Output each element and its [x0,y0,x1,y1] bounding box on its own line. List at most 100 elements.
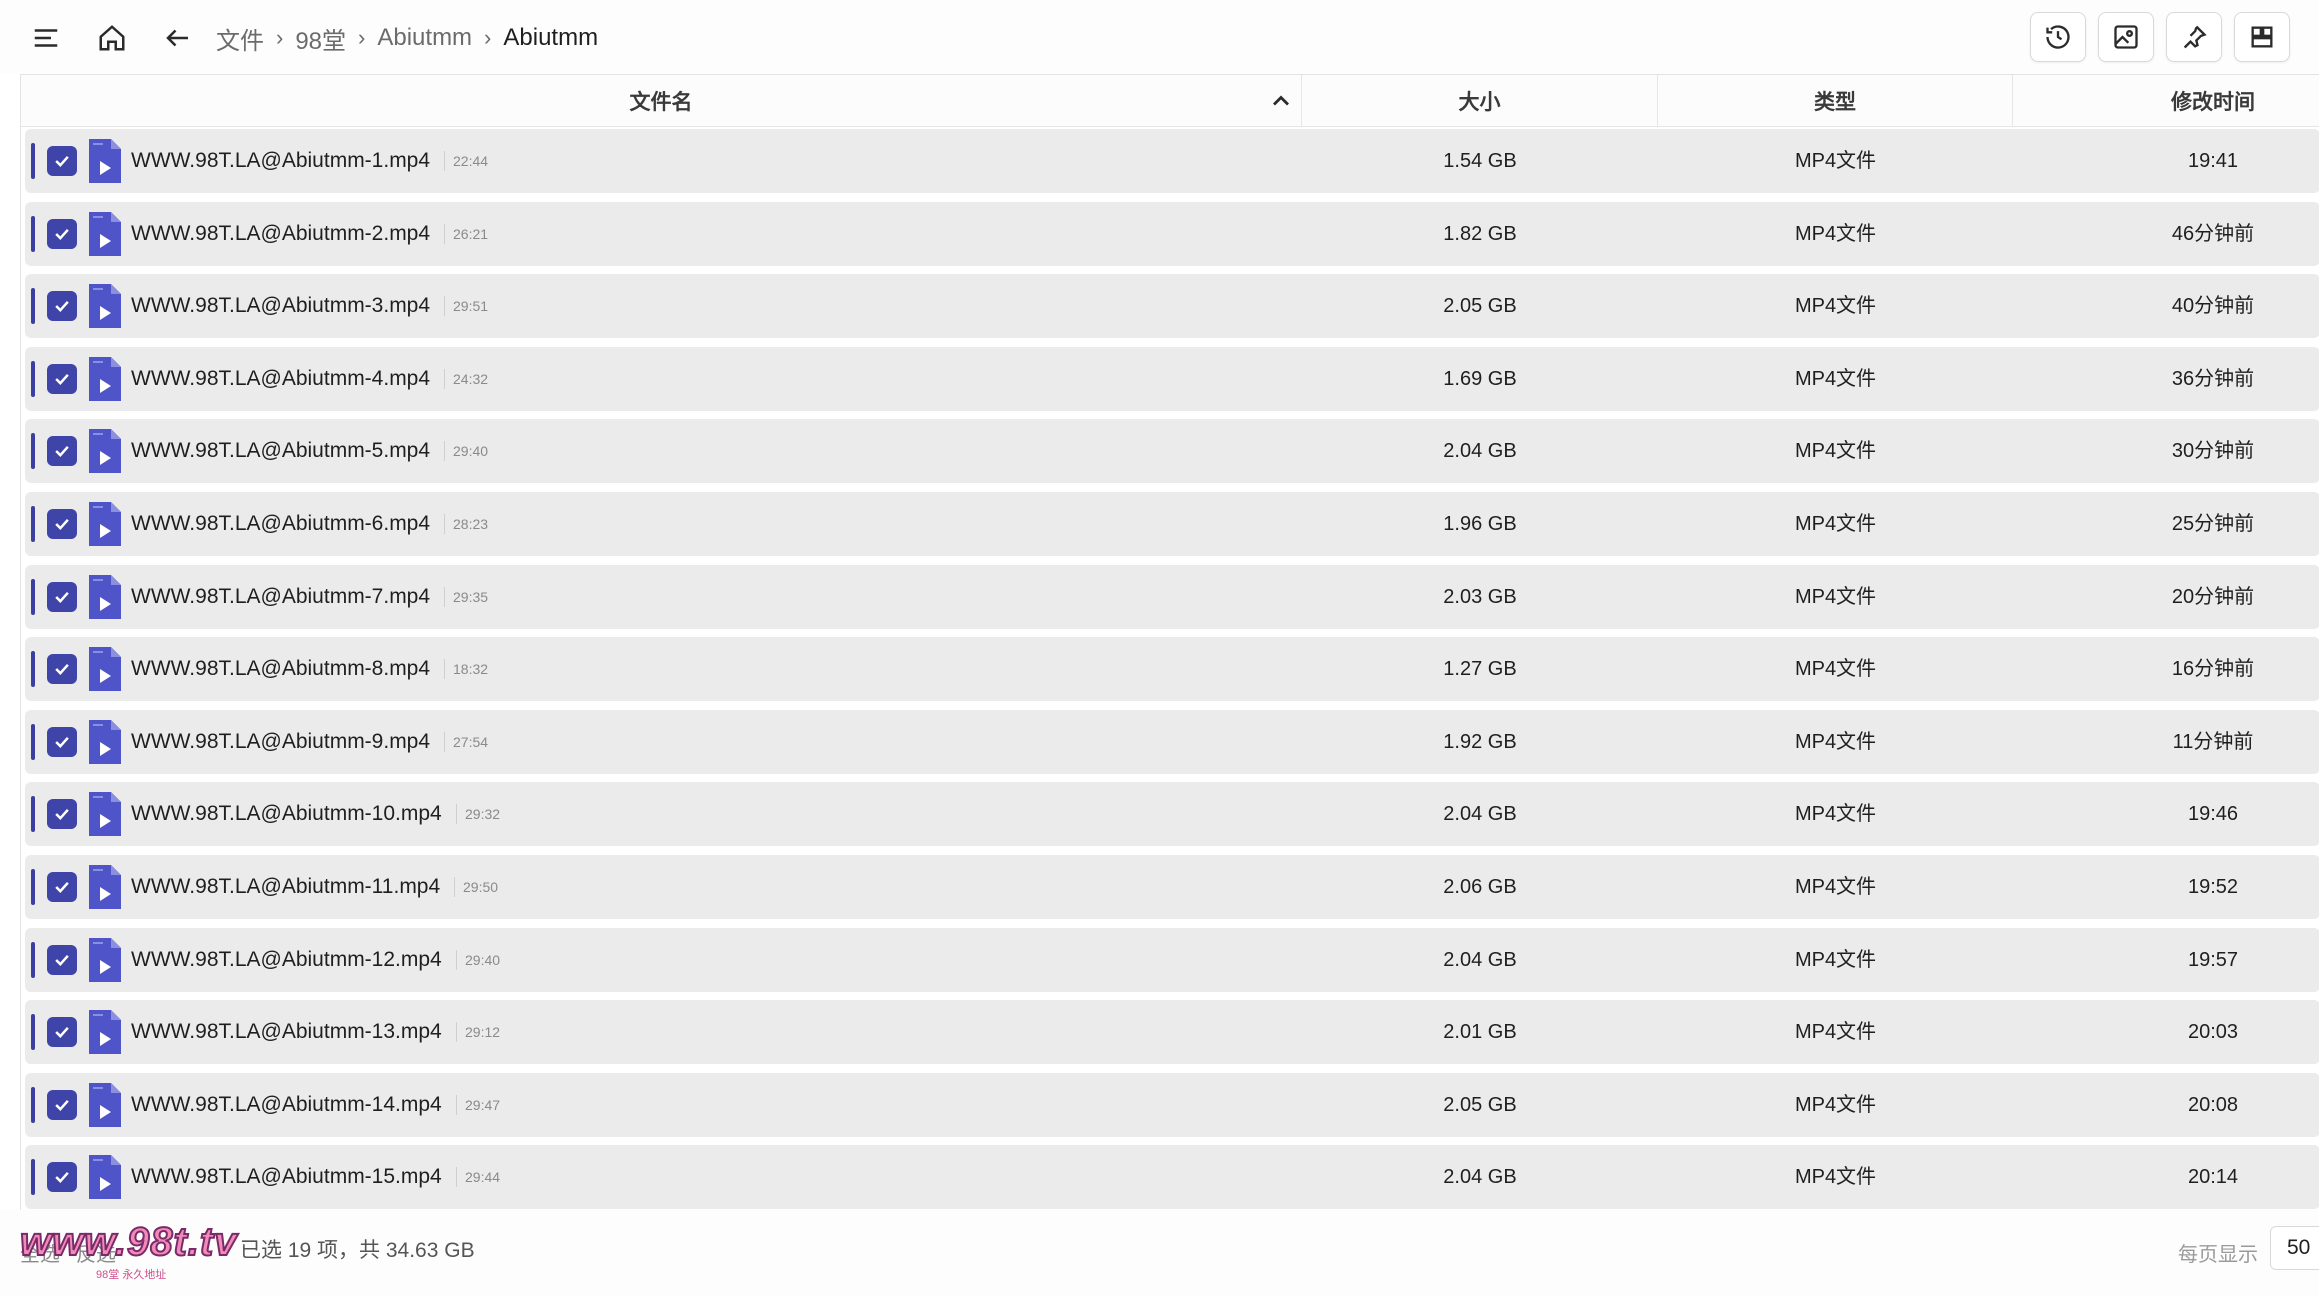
modified-time: 46分钟前 [2171,223,2255,245]
file-size: 2.05 GB [1443,295,1517,317]
watermark-text: www.98t.tv [19,1219,238,1265]
file-type: MP4文件 [1794,368,1877,390]
chevron-right-icon: › [484,25,492,50]
table-row[interactable]: WWW.98T.LA@Abiutmm-13.mp4 29:12 2.01 GB … [25,1000,2319,1064]
table-row[interactable]: WWW.98T.LA@Abiutmm-1.mp4 22:44 1.54 GB M… [25,129,2319,193]
breadcrumb-item-abiutmm[interactable]: Abiutmm [377,24,472,52]
table-row[interactable]: WWW.98T.LA@Abiutmm-8.mp4 18:32 1.27 GB M… [25,637,2319,701]
check-icon [55,518,69,530]
row-checkbox[interactable] [47,1162,77,1192]
table-row[interactable]: WWW.98T.LA@Abiutmm-14.mp4 29:47 2.05 GB … [25,1073,2319,1137]
layout-button[interactable] [2234,12,2290,62]
home-icon[interactable] [92,18,132,58]
table-row[interactable]: WWW.98T.LA@Abiutmm-12.mp4 29:40 2.04 GB … [25,928,2319,992]
file-name[interactable]: WWW.98T.LA@Abiutmm-8.mp4 [131,637,430,701]
modified-time: 20:03 [2187,1021,2239,1043]
row-checkbox[interactable] [47,799,77,829]
check-icon [55,1026,69,1038]
image-view-button[interactable] [2098,12,2154,62]
selection-summary: 已选 19 项，共 34.63 GB [240,1239,475,1262]
file-name[interactable]: WWW.98T.LA@Abiutmm-5.mp4 [131,419,430,483]
per-page-select[interactable]: 50 [2270,1226,2319,1270]
column-header-type[interactable]: 类型 [1658,75,2013,127]
file-name[interactable]: WWW.98T.LA@Abiutmm-10.mp4 [131,782,442,846]
table-row[interactable]: WWW.98T.LA@Abiutmm-9.mp4 27:54 1.92 GB M… [25,710,2319,774]
file-size: 2.06 GB [1443,876,1517,898]
row-checkbox[interactable] [47,654,77,684]
check-icon [55,373,69,385]
selection-indicator [31,651,35,687]
file-size: 2.01 GB [1443,1021,1517,1043]
video-file-icon [89,212,121,256]
file-name[interactable]: WWW.98T.LA@Abiutmm-15.mp4 [131,1145,442,1209]
row-checkbox[interactable] [47,945,77,975]
row-checkbox[interactable] [47,436,77,466]
video-file-icon [89,139,121,183]
file-name[interactable]: WWW.98T.LA@Abiutmm-11.mp4 [131,855,440,919]
file-type: MP4文件 [1794,731,1877,753]
table-row[interactable]: WWW.98T.LA@Abiutmm-7.mp4 29:35 2.03 GB M… [25,565,2319,629]
file-name[interactable]: WWW.98T.LA@Abiutmm-14.mp4 [131,1073,442,1137]
row-checkbox[interactable] [47,219,77,249]
table-row[interactable]: WWW.98T.LA@Abiutmm-4.mp4 24:32 1.69 GB M… [25,347,2319,411]
column-header-modified[interactable]: 修改时间 [2013,75,2319,127]
history-icon [2046,25,2070,49]
modified-time: 20:14 [2187,1166,2239,1188]
table-row[interactable]: WWW.98T.LA@Abiutmm-10.mp4 29:32 2.04 GB … [25,782,2319,846]
file-type: MP4文件 [1794,440,1877,462]
row-checkbox[interactable] [47,727,77,757]
file-name[interactable]: WWW.98T.LA@Abiutmm-7.mp4 [131,565,430,629]
table-row[interactable]: WWW.98T.LA@Abiutmm-5.mp4 29:40 2.04 GB M… [25,419,2319,483]
file-size: 2.04 GB [1443,440,1517,462]
row-checkbox[interactable] [47,582,77,612]
file-size: 2.04 GB [1443,1166,1517,1188]
file-type: MP4文件 [1794,295,1877,317]
video-file-icon [89,865,121,909]
table-row[interactable]: WWW.98T.LA@Abiutmm-3.mp4 29:51 2.05 GB M… [25,274,2319,338]
status-bar: 全选 反选 www.98t.tv 98堂 永久地址 已选 19 项，共 34.6… [0,1210,2319,1296]
selection-indicator [31,361,35,397]
modified-time: 30分钟前 [2171,440,2255,462]
hamburger-menu-icon[interactable] [26,18,66,58]
row-checkbox[interactable] [47,872,77,902]
video-duration: 26:21 [444,224,488,244]
breadcrumb-item-files[interactable]: 文件 [216,21,264,56]
row-checkbox[interactable] [47,1017,77,1047]
file-name[interactable]: WWW.98T.LA@Abiutmm-12.mp4 [131,928,442,992]
table-row[interactable]: WWW.98T.LA@Abiutmm-15.mp4 29:44 2.04 GB … [25,1145,2319,1209]
file-name[interactable]: WWW.98T.LA@Abiutmm-6.mp4 [131,492,430,556]
file-type: MP4文件 [1794,803,1877,825]
pin-button[interactable] [2166,12,2222,62]
row-checkbox[interactable] [47,291,77,321]
file-size: 1.82 GB [1443,223,1517,245]
table-row[interactable]: WWW.98T.LA@Abiutmm-11.mp4 29:50 2.06 GB … [25,855,2319,919]
check-icon [55,155,69,167]
table-row[interactable]: WWW.98T.LA@Abiutmm-6.mp4 28:23 1.96 GB M… [25,492,2319,556]
file-name[interactable]: WWW.98T.LA@Abiutmm-1.mp4 [131,129,430,193]
video-file-icon [89,647,121,691]
image-icon [2114,25,2138,49]
table-row[interactable]: WWW.98T.LA@Abiutmm-2.mp4 26:21 1.82 GB M… [25,202,2319,266]
chevron-up-icon[interactable] [1267,87,1295,115]
file-name[interactable]: WWW.98T.LA@Abiutmm-2.mp4 [131,202,430,266]
file-name[interactable]: WWW.98T.LA@Abiutmm-9.mp4 [131,710,430,774]
row-checkbox[interactable] [47,509,77,539]
file-name[interactable]: WWW.98T.LA@Abiutmm-4.mp4 [131,347,430,411]
file-type: MP4文件 [1794,586,1877,608]
breadcrumb-item-98tang[interactable]: 98堂 [295,21,346,56]
file-name[interactable]: WWW.98T.LA@Abiutmm-3.mp4 [131,274,430,338]
selection-indicator [31,579,35,615]
selection-indicator [31,1159,35,1195]
file-size: 1.96 GB [1443,513,1517,535]
row-checkbox[interactable] [47,1090,77,1120]
column-header-name[interactable]: 文件名 [21,75,1302,127]
check-icon [55,1099,69,1111]
video-file-icon [89,429,121,473]
arrow-left-icon[interactable] [158,18,198,58]
row-checkbox[interactable] [47,364,77,394]
history-button[interactable] [2030,12,2086,62]
file-name[interactable]: WWW.98T.LA@Abiutmm-13.mp4 [131,1000,442,1064]
row-checkbox[interactable] [47,146,77,176]
modified-time: 19:57 [2187,949,2239,971]
column-header-size[interactable]: 大小 [1302,75,1658,127]
